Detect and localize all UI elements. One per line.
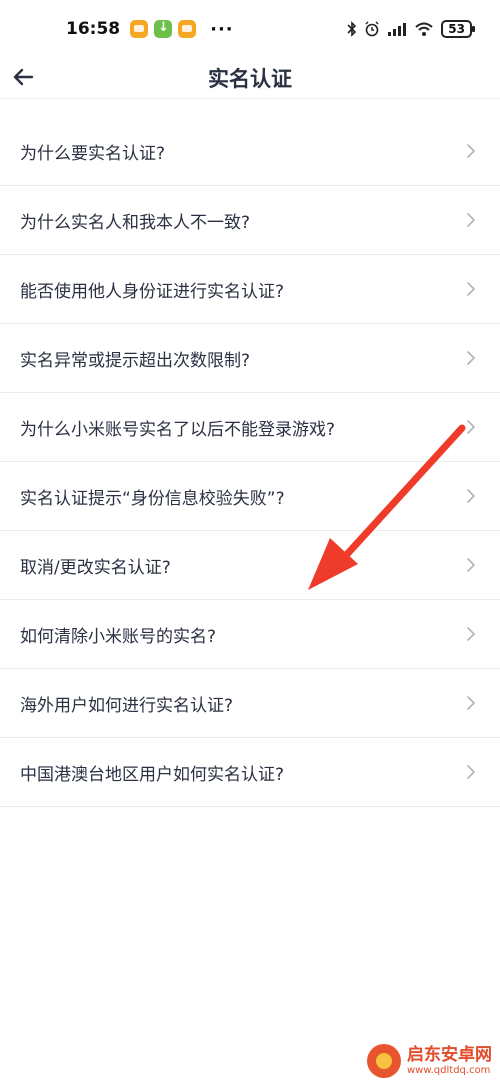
arrow-left-icon [13, 68, 34, 86]
chevron-right-icon [464, 420, 478, 434]
faq-item-label: 实名认证提示“身份信息校验失败”? [20, 488, 285, 509]
download-green-icon [154, 20, 173, 38]
faq-item-label: 实名异常或提示超出次数限制? [20, 350, 251, 371]
status-bar: 16:58 ··· 53 [0, 0, 500, 58]
chevron-right-icon [464, 558, 478, 572]
faq-item-label: 能否使用他人身份证进行实名认证? [20, 281, 285, 302]
alarm-icon [365, 21, 379, 37]
faq-item-label: 为什么小米账号实名了以后不能登录游戏? [20, 419, 336, 440]
chevron-right-icon [464, 213, 478, 227]
faq-item[interactable]: 实名认证提示“身份信息校验失败”? [0, 462, 500, 531]
page-title: 实名认证 [208, 67, 292, 91]
faq-item-label: 为什么要实名认证? [20, 143, 166, 164]
signal-icon [388, 23, 407, 36]
chevron-right-icon [464, 696, 478, 710]
faq-item-label: 海外用户如何进行实名认证? [20, 695, 234, 716]
notification-orange-icon [130, 20, 149, 38]
chevron-right-icon [464, 144, 478, 158]
faq-item[interactable]: 实名异常或提示超出次数限制? [0, 324, 500, 393]
faq-item[interactable]: 能否使用他人身份证进行实名认证? [0, 255, 500, 324]
faq-item-label: 取消/更改实名认证? [20, 557, 171, 578]
watermark-logo-icon [367, 1044, 401, 1078]
wifi-icon [415, 22, 433, 36]
faq-item-label: 如何清除小米账号的实名? [20, 626, 217, 647]
watermark-name: 启东安卓网 [407, 1045, 492, 1066]
back-button[interactable] [10, 62, 36, 92]
more-dots-icon: ··· [210, 18, 234, 40]
status-time: 16:58 [66, 19, 121, 39]
watermark-url: www.qdltdq.com [407, 1064, 491, 1076]
chevron-right-icon [464, 282, 478, 296]
faq-item-label: 中国港澳台地区用户如何实名认证? [20, 764, 285, 785]
chevron-right-icon [464, 627, 478, 641]
nav-bar: 实名认证 [0, 58, 500, 99]
status-icons: 53 [347, 20, 475, 38]
faq-list: 为什么要实名认证? 为什么实名人和我本人不一致? 能否使用他人身份证进行实名认证? 实… [0, 117, 500, 807]
watermark: 启东安卓网 www.qdltdq.com [367, 1044, 492, 1078]
faq-item-label: 为什么实名人和我本人不一致? [20, 212, 251, 233]
faq-item[interactable]: 取消/更改实名认证? [0, 531, 500, 600]
chevron-right-icon [464, 765, 478, 779]
faq-item[interactable]: 为什么实名人和我本人不一致? [0, 186, 500, 255]
chevron-right-icon [464, 489, 478, 503]
faq-item[interactable]: 如何清除小米账号的实名? [0, 600, 500, 669]
notification-orange-icon [178, 20, 197, 38]
faq-item[interactable]: 为什么小米账号实名了以后不能登录游戏? [0, 393, 500, 462]
faq-item[interactable]: 中国港澳台地区用户如何实名认证? [0, 738, 500, 807]
chevron-right-icon [464, 351, 478, 365]
bluetooth-icon [347, 21, 357, 37]
faq-item[interactable]: 为什么要实名认证? [0, 117, 500, 186]
faq-item[interactable]: 海外用户如何进行实名认证? [0, 669, 500, 738]
battery-icon: 53 [441, 20, 475, 38]
